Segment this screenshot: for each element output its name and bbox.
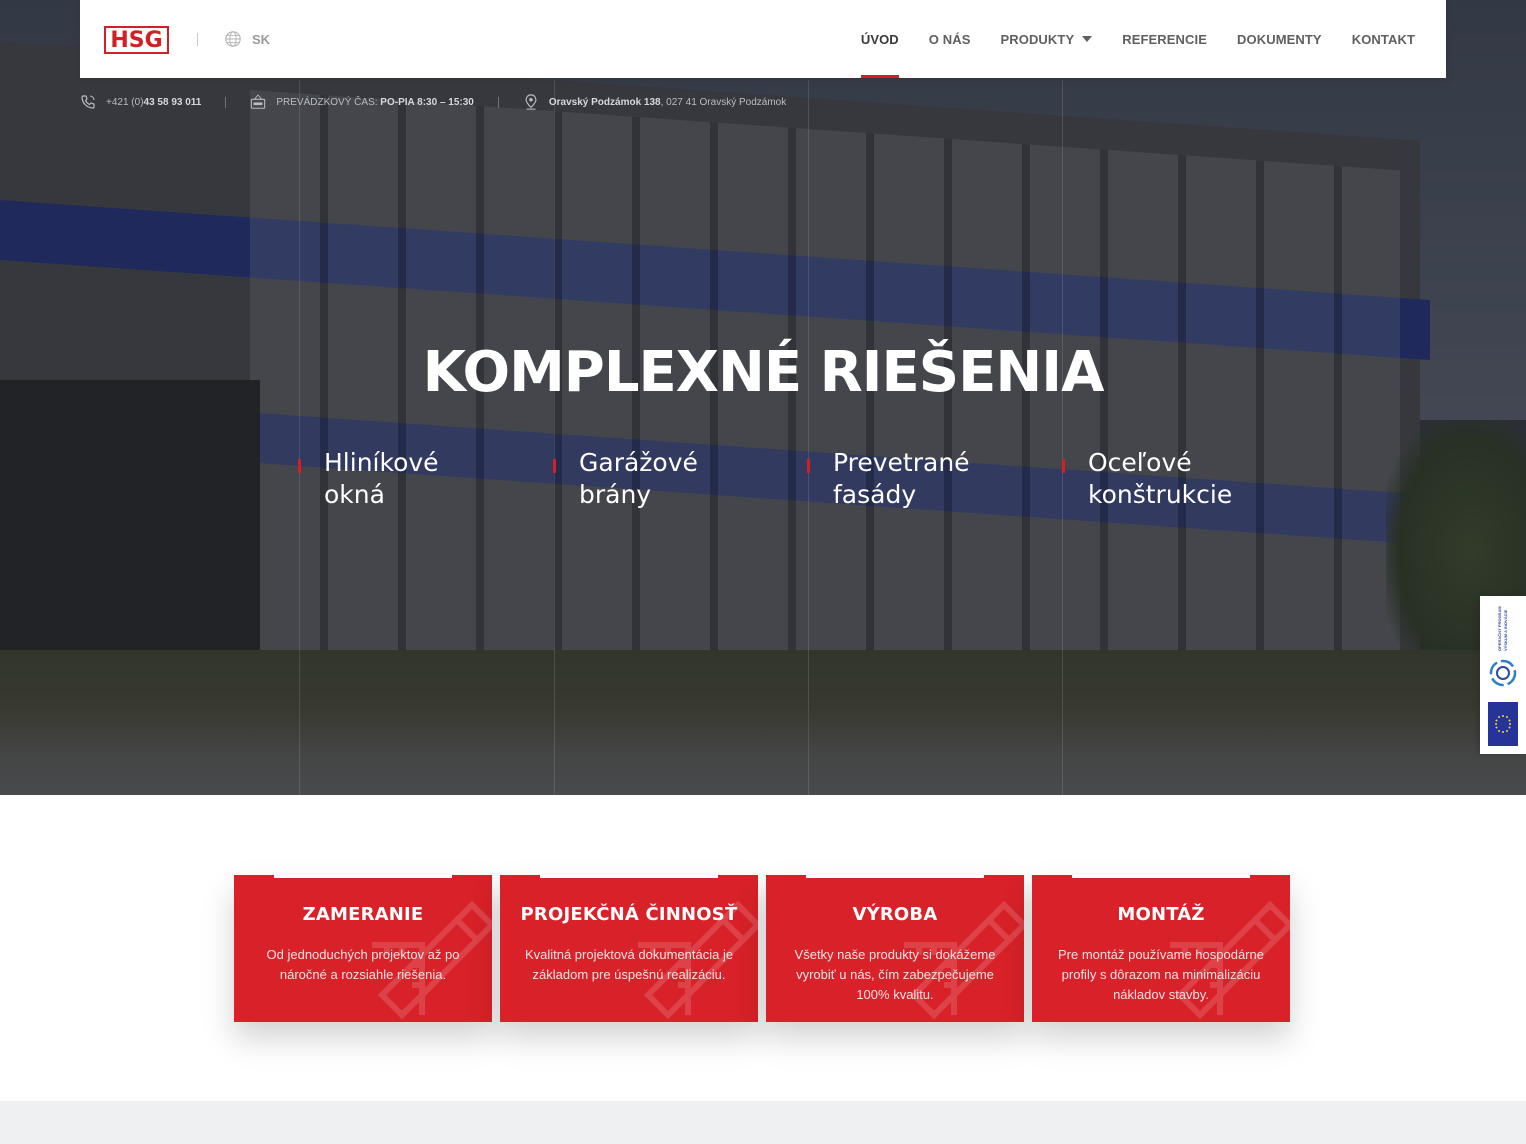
pillar-line: konštrukcie: [1088, 480, 1233, 509]
pillar-accent-mark: [553, 459, 556, 473]
infobar-divider: [225, 96, 227, 108]
pillar-line: Oceľové: [1088, 448, 1192, 477]
phone-prefix: +421 (0): [106, 96, 144, 108]
hero-grid-line: [1062, 80, 1063, 795]
logo[interactable]: HSG: [104, 26, 169, 54]
globe-icon: [225, 31, 241, 47]
pillar-label: Garážové brány: [579, 447, 698, 511]
pillar-line: Prevetrané: [833, 448, 970, 477]
eu-funding-badge[interactable]: OPERAČNÝ PROGRAM VÝSKUM A INOVÁCIE: [1480, 596, 1526, 754]
pillar-accent-mark: [807, 459, 810, 473]
hero-grid-line: [299, 80, 300, 795]
pillar-line: okná: [324, 480, 385, 509]
hero-pillar-hlinikove-okna[interactable]: Hliníkové okná: [298, 447, 439, 511]
pillar-line: Garážové: [579, 448, 698, 477]
phone-text: +421 (0)43 58 93 011: [106, 97, 201, 108]
service-description: Od jednoduchých projektov až po náročné …: [266, 947, 460, 982]
address-info: Oravský Podzámok 138, 027 41 Oravský Pod…: [523, 94, 786, 110]
pillar-line: fasády: [833, 480, 917, 509]
phone-info[interactable]: +421 (0)43 58 93 011: [80, 94, 201, 110]
address-text: Oravský Podzámok 138, 027 41 Oravský Pod…: [549, 97, 786, 108]
service-card-projekcna-cinnost[interactable]: PROJEKČNÁ ČINNOSŤ Kvalitná projektová do…: [500, 875, 758, 1022]
next-section-strip: [0, 1101, 1526, 1144]
eu-flag-icon: [1488, 702, 1518, 746]
site-header: HSG SK ÚVOD O NÁS PRODUKTY REFERENCIE DO…: [80, 0, 1446, 78]
nav-item-produkty[interactable]: PRODUKTY: [1000, 0, 1093, 78]
pillar-line: Hliníkové: [324, 448, 439, 477]
location-pin-icon: [525, 94, 537, 110]
hero-grid-line: [808, 80, 809, 795]
service-title: PROJEKČNÁ ČINNOSŤ: [520, 904, 738, 925]
nav-item-kontakt[interactable]: KONTAKT: [1352, 0, 1415, 78]
phone-icon: [81, 95, 95, 109]
language-label: SK: [252, 31, 271, 47]
address-rest: , 027 41 Oravský Podzámok: [660, 96, 787, 108]
hours-value: PO-PIA 8:30 – 15:30: [380, 96, 474, 108]
service-title: VÝROBA: [852, 904, 938, 925]
nav-item-referencie[interactable]: REFERENCIE: [1122, 0, 1207, 78]
service-card-zameranie[interactable]: ZAMERANIE Od jednoduchých projektov až p…: [234, 875, 492, 1022]
nav-item-dokumenty[interactable]: DOKUMENTY: [1237, 0, 1322, 78]
eu-program-logo-icon: [1489, 659, 1517, 687]
service-card-montaz[interactable]: MONTÁŽ Pre montáž používame hospodárne p…: [1032, 875, 1290, 1022]
language-switcher[interactable]: SK: [224, 30, 270, 48]
nav-item-produkty-label: PRODUKTY: [1000, 31, 1075, 47]
pillar-accent-mark: [1062, 459, 1065, 473]
main-nav: ÚVOD O NÁS PRODUKTY REFERENCIE DOKUMENTY…: [860, 0, 1415, 78]
header-divider: [197, 33, 198, 46]
contact-info-bar: +421 (0)43 58 93 011 PREVÁDZKOVÝ ČAS: PO…: [80, 92, 786, 112]
service-card-vyroba[interactable]: VÝROBA Všetky naše produkty si dokážeme …: [766, 875, 1024, 1022]
nav-item-uvod[interactable]: ÚVOD: [860, 0, 899, 78]
logo-text: HSG: [110, 27, 163, 53]
hero-grid-line: [554, 80, 555, 795]
pillar-label: Prevetrané fasády: [833, 447, 970, 511]
card-notch: [1072, 875, 1250, 878]
hours-label: PREVÁDZKOVÝ ČAS:: [276, 96, 378, 108]
opening-hours-info: PREVÁDZKOVÝ ČAS: PO-PIA 8:30 – 15:30: [250, 94, 474, 110]
service-title: ZAMERANIE: [302, 904, 424, 925]
hero-title: KOMPLEXNÉ RIEŠENIA: [422, 340, 1105, 405]
hours-text: PREVÁDZKOVÝ ČAS: PO-PIA 8:30 – 15:30: [276, 97, 474, 108]
service-description: Všetky naše produkty si dokážeme vyrobiť…: [794, 947, 996, 1002]
card-notch: [540, 875, 718, 878]
service-description: Kvalitná projektová dokumentácia je zákl…: [524, 947, 734, 982]
services-cards: ZAMERANIE Od jednoduchých projektov až p…: [234, 875, 1290, 1022]
service-description: Pre montáž používame hospodárne profily …: [1058, 947, 1264, 1002]
pillar-accent-mark: [298, 459, 301, 473]
hero-pillar-ocelove-konstrukcie[interactable]: Oceľové konštrukcie: [1062, 447, 1232, 511]
card-notch: [274, 875, 452, 878]
card-notch: [806, 875, 984, 878]
address-bold: Oravský Podzámok 138: [548, 96, 661, 108]
open-sign-icon: [251, 94, 266, 109]
chevron-down-icon: [1082, 36, 1093, 42]
infobar-divider: [497, 96, 499, 108]
hero-pillar-garazove-brany[interactable]: Garážové brány: [553, 447, 698, 511]
phone-number: 43 58 93 011: [143, 96, 202, 108]
eu-program-text: OPERAČNÝ PROGRAM VÝSKUM A INOVÁCIE: [1497, 606, 1508, 651]
eu-stars-icon: [1495, 715, 1511, 733]
pillar-label: Hliníkové okná: [324, 447, 439, 511]
pillar-label: Oceľové konštrukcie: [1088, 447, 1232, 511]
service-title: MONTÁŽ: [1117, 904, 1205, 925]
pillar-line: brány: [579, 480, 652, 509]
hero-pillar-prevetrane-fasady[interactable]: Prevetrané fasády: [807, 447, 970, 511]
nav-item-o-nas[interactable]: O NÁS: [929, 0, 971, 78]
